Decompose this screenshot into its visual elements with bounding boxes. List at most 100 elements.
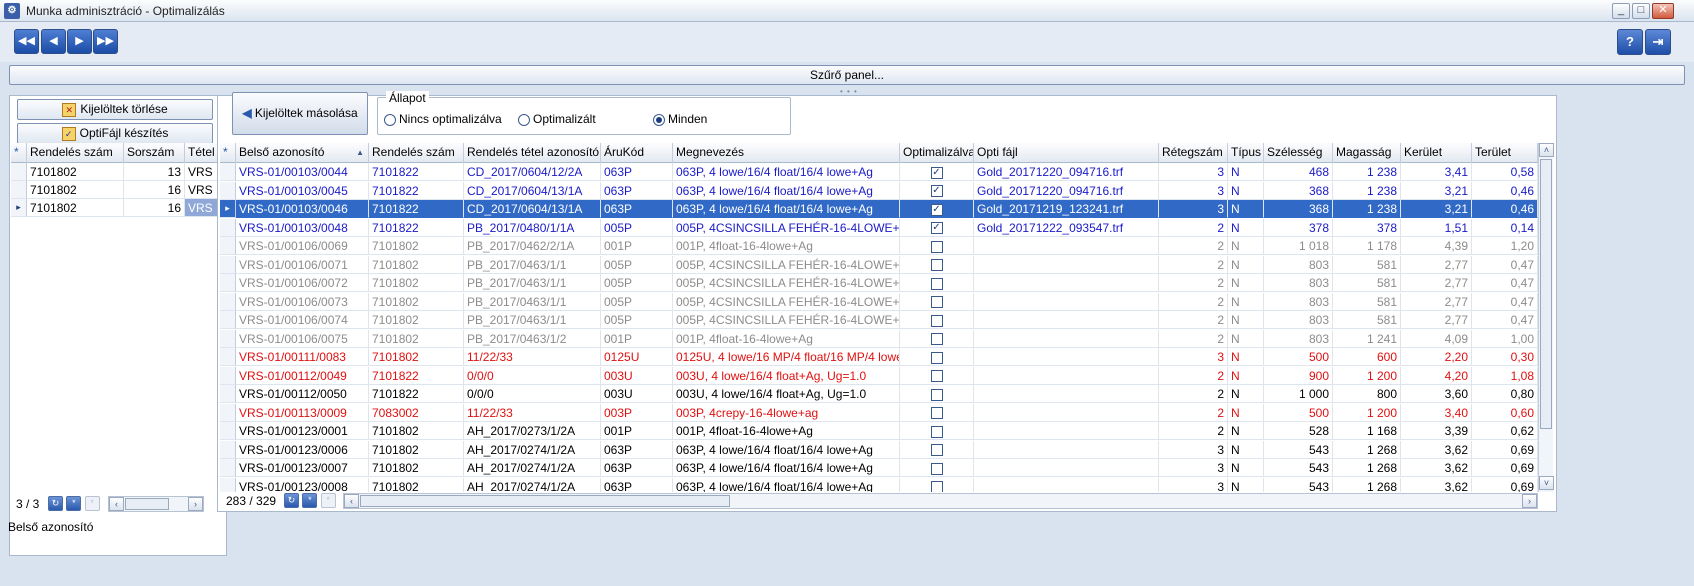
help-button[interactable]: ? xyxy=(1617,29,1643,55)
row-indicator-icon[interactable] xyxy=(220,422,236,440)
last-button[interactable]: ▶▶ xyxy=(93,29,118,54)
checkbox-icon[interactable] xyxy=(930,481,943,492)
table-row[interactable]: VRS-01/00112/0049 7101822 0/0/0 003U 003U, 4… xyxy=(220,366,1538,386)
column-header[interactable]: Terület xyxy=(1472,143,1538,163)
optifile-create-button[interactable]: ✓ OptiFájl készítés xyxy=(17,123,213,144)
column-header[interactable]: Optimalizálva xyxy=(900,143,974,163)
table-row[interactable]: VRS-01/00103/0048 7101822 PB_2017/0480/1/1… xyxy=(220,218,1538,238)
row-indicator-icon[interactable] xyxy=(220,477,236,492)
row-indicator-icon[interactable] xyxy=(220,329,236,348)
checkbox-icon[interactable] xyxy=(930,314,943,327)
row-indicator-icon[interactable] xyxy=(220,403,236,422)
delete-selected-button[interactable]: ✕ Kijelöltek törlése xyxy=(17,99,213,120)
row-indicator-icon[interactable] xyxy=(220,366,236,385)
radio-all[interactable]: Minden xyxy=(653,112,707,126)
table-row[interactable]: VRS-01/00123/0006 7101802 AH_2017/0274/1/2… xyxy=(220,440,1538,460)
column-header[interactable]: Kerület xyxy=(1401,143,1472,163)
column-header[interactable]: Opti fájl xyxy=(974,143,1159,163)
scroll-thumb[interactable] xyxy=(125,498,169,510)
row-indicator-icon[interactable] xyxy=(220,218,236,237)
filter-panel-toggle[interactable]: Szűrő panel... xyxy=(9,65,1685,85)
table-row[interactable]: VRS-01/00106/0072 7101802 PB_2017/0463/1/1… xyxy=(220,274,1538,293)
checkbox-icon[interactable] xyxy=(930,407,943,420)
main-hscrollbar[interactable]: ‹ › xyxy=(343,493,1538,509)
table-row[interactable]: VRS-01/00123/0008 7101802 AH_2017/0274/1/2… xyxy=(220,477,1538,492)
table-row[interactable]: 7101802 16 VRS xyxy=(11,181,225,199)
scroll-right-icon[interactable]: › xyxy=(1522,494,1537,508)
row-indicator-icon[interactable] xyxy=(220,163,236,181)
row-indicator-icon[interactable] xyxy=(220,274,236,292)
row-indicator-icon[interactable]: ▸ xyxy=(11,199,27,217)
row-indicator-icon[interactable] xyxy=(220,440,236,459)
column-header[interactable]: Rendelés szám xyxy=(369,143,464,163)
row-indicator-icon[interactable]: ▸ xyxy=(220,200,236,218)
radio-not-optimized[interactable]: Nincs optimalizálva xyxy=(384,112,502,126)
table-row[interactable]: VRS-01/00103/0044 7101822 CD_2017/0604/12/… xyxy=(220,163,1538,182)
checkbox-checked-icon[interactable]: ✓ xyxy=(930,185,943,198)
vscroll-thumb[interactable] xyxy=(1540,159,1552,429)
row-indicator-icon[interactable] xyxy=(220,181,236,200)
checkbox-checked-icon[interactable]: ✓ xyxy=(930,203,943,216)
row-indicator-icon[interactable] xyxy=(220,237,236,255)
row-indicator-icon[interactable] xyxy=(220,255,236,274)
checkbox-checked-icon[interactable]: ✓ xyxy=(930,166,943,179)
table-row[interactable]: VRS-01/00113/0009 7083002 11/22/33 003P 003P… xyxy=(220,403,1538,423)
row-indicator-icon[interactable] xyxy=(220,348,236,366)
left-hscrollbar[interactable]: ‹ › xyxy=(108,496,204,512)
left-column-header[interactable]: Rendelés szám xyxy=(27,143,124,163)
row-indicator-icon[interactable] xyxy=(220,292,236,311)
next-button[interactable]: ▶ xyxy=(67,29,92,54)
column-header[interactable]: Szélesség xyxy=(1264,143,1333,163)
checkbox-icon[interactable] xyxy=(930,277,943,290)
column-header[interactable]: Típus xyxy=(1228,143,1264,163)
row-indicator-icon[interactable] xyxy=(220,459,236,477)
main-vscrollbar[interactable]: ˄ ˅ xyxy=(1538,143,1554,492)
checkbox-icon[interactable] xyxy=(930,240,943,253)
column-header[interactable]: Rétegszám xyxy=(1159,143,1228,163)
table-row[interactable]: VRS-01/00123/0007 7101802 AH_2017/0274/1/2… xyxy=(220,459,1538,478)
asterisk-icon[interactable]: * xyxy=(302,493,318,509)
column-header[interactable]: ÁruKód xyxy=(601,143,673,163)
table-row[interactable]: VRS-01/00106/0074 7101802 PB_2017/0463/1/1… xyxy=(220,311,1538,330)
scroll-left-icon[interactable]: ‹ xyxy=(344,494,359,508)
row-indicator-icon[interactable] xyxy=(11,163,27,181)
table-row[interactable]: VRS-01/00123/0001 7101802 AH_2017/0273/1/2… xyxy=(220,422,1538,441)
hscroll-thumb[interactable] xyxy=(360,495,730,507)
table-row[interactable]: VRS-01/00106/0073 7101802 PB_2017/0463/1/1… xyxy=(220,292,1538,312)
scroll-left-icon[interactable]: ‹ xyxy=(109,497,124,511)
row-indicator-icon[interactable] xyxy=(220,385,236,403)
column-header[interactable]: Magasság xyxy=(1333,143,1401,163)
scroll-right-icon[interactable]: › xyxy=(188,497,203,511)
checkbox-icon[interactable] xyxy=(930,444,943,457)
select-all-icon[interactable]: * xyxy=(11,143,27,163)
scroll-down-icon[interactable]: ˅ xyxy=(1539,476,1554,490)
prev-button[interactable]: ◀ xyxy=(41,29,66,54)
table-row[interactable]: ▸ 7101802 16 VRS xyxy=(11,199,225,217)
row-indicator-icon[interactable] xyxy=(220,311,236,329)
copy-selected-button[interactable]: ◀ Kijelöltek másolása xyxy=(232,92,368,135)
table-row[interactable]: VRS-01/00111/0083 7101802 11/22/33 0125U 012… xyxy=(220,348,1538,367)
table-row[interactable]: 7101802 13 VRS xyxy=(11,163,225,181)
checkbox-icon[interactable] xyxy=(930,351,943,364)
checkbox-icon[interactable] xyxy=(930,259,943,272)
exit-button[interactable]: ⇥ xyxy=(1645,29,1671,55)
minimize-button[interactable]: _ xyxy=(1612,3,1630,19)
row-indicator-icon[interactable] xyxy=(11,181,27,199)
select-all-icon[interactable]: * xyxy=(220,143,236,163)
asterisk-icon[interactable]: * xyxy=(66,496,82,512)
first-button[interactable]: ◀◀ xyxy=(14,29,39,54)
checkbox-icon[interactable] xyxy=(930,296,943,309)
checkbox-checked-icon[interactable]: ✓ xyxy=(930,222,943,235)
refresh-icon[interactable]: ↻ xyxy=(284,493,299,509)
left-column-header[interactable]: Sorszám xyxy=(124,143,185,163)
radio-optimized[interactable]: Optimalizált xyxy=(518,112,596,126)
table-row[interactable]: VRS-01/00103/0045 7101822 CD_2017/0604/13/… xyxy=(220,181,1538,201)
scroll-up-icon[interactable]: ˄ xyxy=(1539,143,1554,157)
checkbox-icon[interactable] xyxy=(930,425,943,438)
checkbox-icon[interactable] xyxy=(930,370,943,383)
table-row[interactable]: VRS-01/00106/0069 7101802 PB_2017/0462/2/1… xyxy=(220,237,1538,256)
table-row[interactable]: VRS-01/00106/0075 7101802 PB_2017/0463/1/2… xyxy=(220,329,1538,349)
column-header[interactable]: Megnevezés xyxy=(673,143,900,163)
table-row[interactable]: VRS-01/00112/0050 7101822 0/0/0 003U 003U, 4… xyxy=(220,385,1538,404)
close-button[interactable]: ✕ xyxy=(1652,3,1674,19)
